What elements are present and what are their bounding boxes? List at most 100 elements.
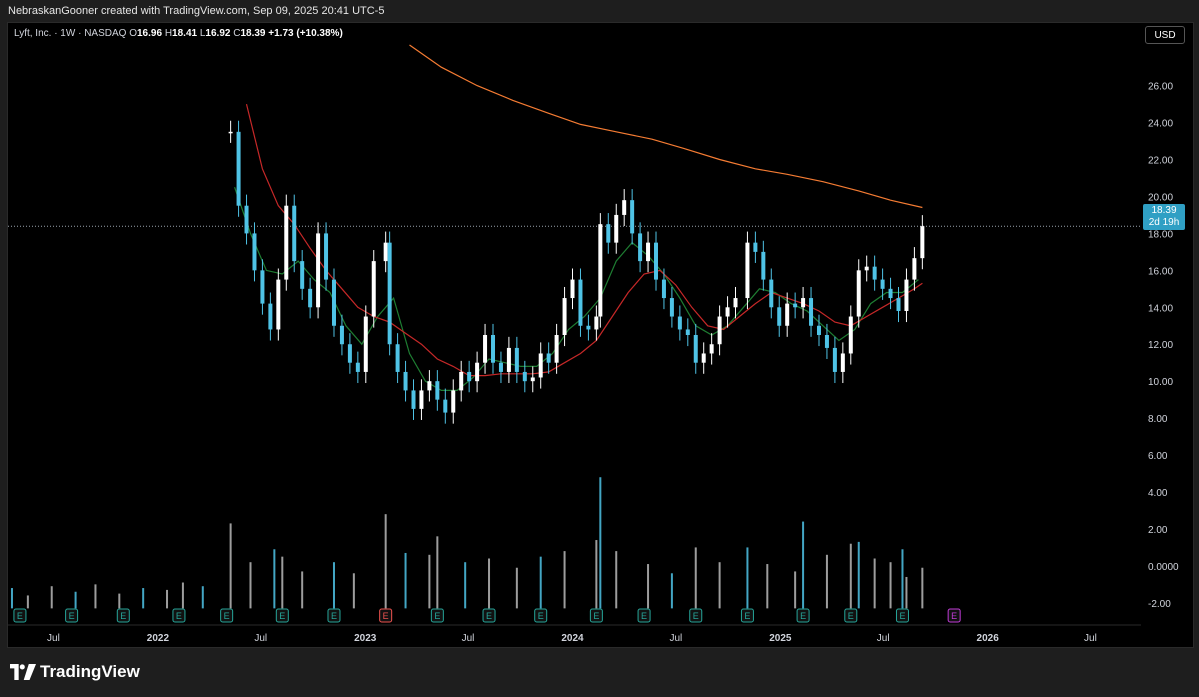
volume-bar <box>857 541 860 609</box>
candle-body <box>300 261 305 289</box>
candle-body <box>268 303 273 330</box>
candle-body <box>606 224 611 243</box>
candle-body <box>546 353 551 363</box>
earnings-marker[interactable]: E <box>379 608 393 623</box>
earnings-marker[interactable]: E <box>430 608 444 623</box>
candle-body <box>383 242 388 262</box>
candle-body <box>228 131 233 134</box>
time-axis: Jul 2022 Jul 2023 Jul 2024 Jul 2025 Jul 2026 Jul <box>8 624 1141 644</box>
candle-body <box>801 298 806 308</box>
volume-bar <box>766 564 769 609</box>
earnings-marker[interactable]: E <box>13 608 27 623</box>
y-tick-label: 24.00 <box>1148 119 1173 130</box>
candle-body <box>677 316 682 330</box>
candle-body <box>586 325 591 330</box>
y-tick-label: 8.00 <box>1148 414 1168 425</box>
earnings-marker[interactable]: E <box>116 608 130 623</box>
earnings-marker-label: E <box>279 611 285 621</box>
volume-bar <box>515 567 518 609</box>
earnings-marker[interactable]: E <box>895 608 909 623</box>
currency-button[interactable]: USD <box>1145 26 1185 44</box>
earnings-marker[interactable]: E <box>947 608 961 623</box>
volume-bar <box>539 556 542 609</box>
earnings-marker[interactable]: E <box>482 608 496 623</box>
candle-body <box>653 242 658 280</box>
volume-bar <box>670 573 673 609</box>
volume-bar <box>404 552 407 609</box>
candle-body <box>403 371 408 391</box>
x-tick-label: 2023 <box>354 633 377 644</box>
candle-body <box>355 362 360 372</box>
volume-bar <box>873 558 876 609</box>
earnings-marker[interactable]: E <box>534 608 548 623</box>
candle-body <box>733 298 738 308</box>
candle-body <box>832 347 837 372</box>
volume-bar <box>166 589 169 609</box>
candle-body <box>717 316 722 345</box>
high-value: 18.41 <box>172 28 198 39</box>
candle-body <box>459 371 464 391</box>
tradingview-logo-icon <box>10 664 36 680</box>
bar-countdown: 2d 19h <box>1148 217 1180 228</box>
y-tick-label: 22.00 <box>1148 156 1173 167</box>
volume-bar <box>94 584 97 609</box>
open-value: 16.96 <box>137 28 163 39</box>
candle-body <box>276 279 281 330</box>
y-tick-label: 14.00 <box>1148 303 1173 314</box>
earnings-marker[interactable]: E <box>796 608 810 623</box>
y-tick-label: 26.00 <box>1148 82 1173 93</box>
volume-bar <box>889 562 892 609</box>
earnings-marker[interactable]: E <box>740 608 754 623</box>
earnings-marker-label: E <box>848 611 854 621</box>
volume-bar <box>488 558 491 609</box>
earnings-marker[interactable]: E <box>172 608 186 623</box>
y-tick-label: 2.00 <box>1148 525 1168 536</box>
candle-body <box>236 131 241 206</box>
candle-body <box>848 316 853 354</box>
y-tick-label: 6.00 <box>1148 451 1168 462</box>
x-tick-label: Jul <box>1084 633 1097 644</box>
volume-bar <box>563 551 566 609</box>
candle-body <box>506 347 511 372</box>
candle-body <box>467 371 472 382</box>
earnings-marker[interactable]: E <box>589 608 603 623</box>
volume-bar <box>10 588 13 609</box>
x-tick-label: Jul <box>462 633 475 644</box>
earnings-marker[interactable]: E <box>220 608 234 623</box>
volume-bar <box>249 562 252 609</box>
ma-short-line <box>234 187 919 391</box>
earnings-marker-label: E <box>593 611 599 621</box>
candle-body <box>371 261 376 317</box>
candle-body <box>284 205 289 280</box>
candle-body <box>522 371 527 382</box>
earnings-marker-label: E <box>641 611 647 621</box>
candle-body <box>888 288 893 299</box>
volume-bar <box>802 521 805 609</box>
tradingview-logo[interactable]: TradingView <box>10 662 140 682</box>
volume-bar <box>118 593 121 609</box>
candle-body <box>646 242 651 262</box>
y-tick-label: 0.0000 <box>1148 562 1179 573</box>
candle-body <box>614 214 619 243</box>
candle-body <box>594 316 599 330</box>
earnings-marker[interactable]: E <box>327 608 341 623</box>
volume-bar <box>464 562 467 609</box>
earnings-marker[interactable]: E <box>844 608 858 623</box>
ma-long-line <box>409 44 923 209</box>
earnings-marker[interactable]: E <box>65 608 79 623</box>
earnings-marker-label: E <box>538 611 544 621</box>
volume-bar <box>384 514 387 609</box>
earnings-marker[interactable]: E <box>637 608 651 623</box>
earnings-marker[interactable]: E <box>275 608 289 623</box>
last-price-value: 18.39 <box>1151 205 1177 216</box>
y-tick-label: 12.00 <box>1148 340 1173 351</box>
volume-bar <box>921 567 924 609</box>
earnings-marker-label: E <box>486 611 492 621</box>
candle-body <box>538 353 543 378</box>
candlesticks <box>228 120 925 424</box>
candle-body <box>896 298 901 311</box>
candle-body <box>316 233 321 308</box>
earnings-marker[interactable]: E <box>689 608 703 623</box>
candle-body <box>622 200 627 215</box>
price-chart[interactable]: E E E E E E E E E E E E E E E E E E E 26.00 24.00 22.00 20.00… <box>0 0 1199 697</box>
